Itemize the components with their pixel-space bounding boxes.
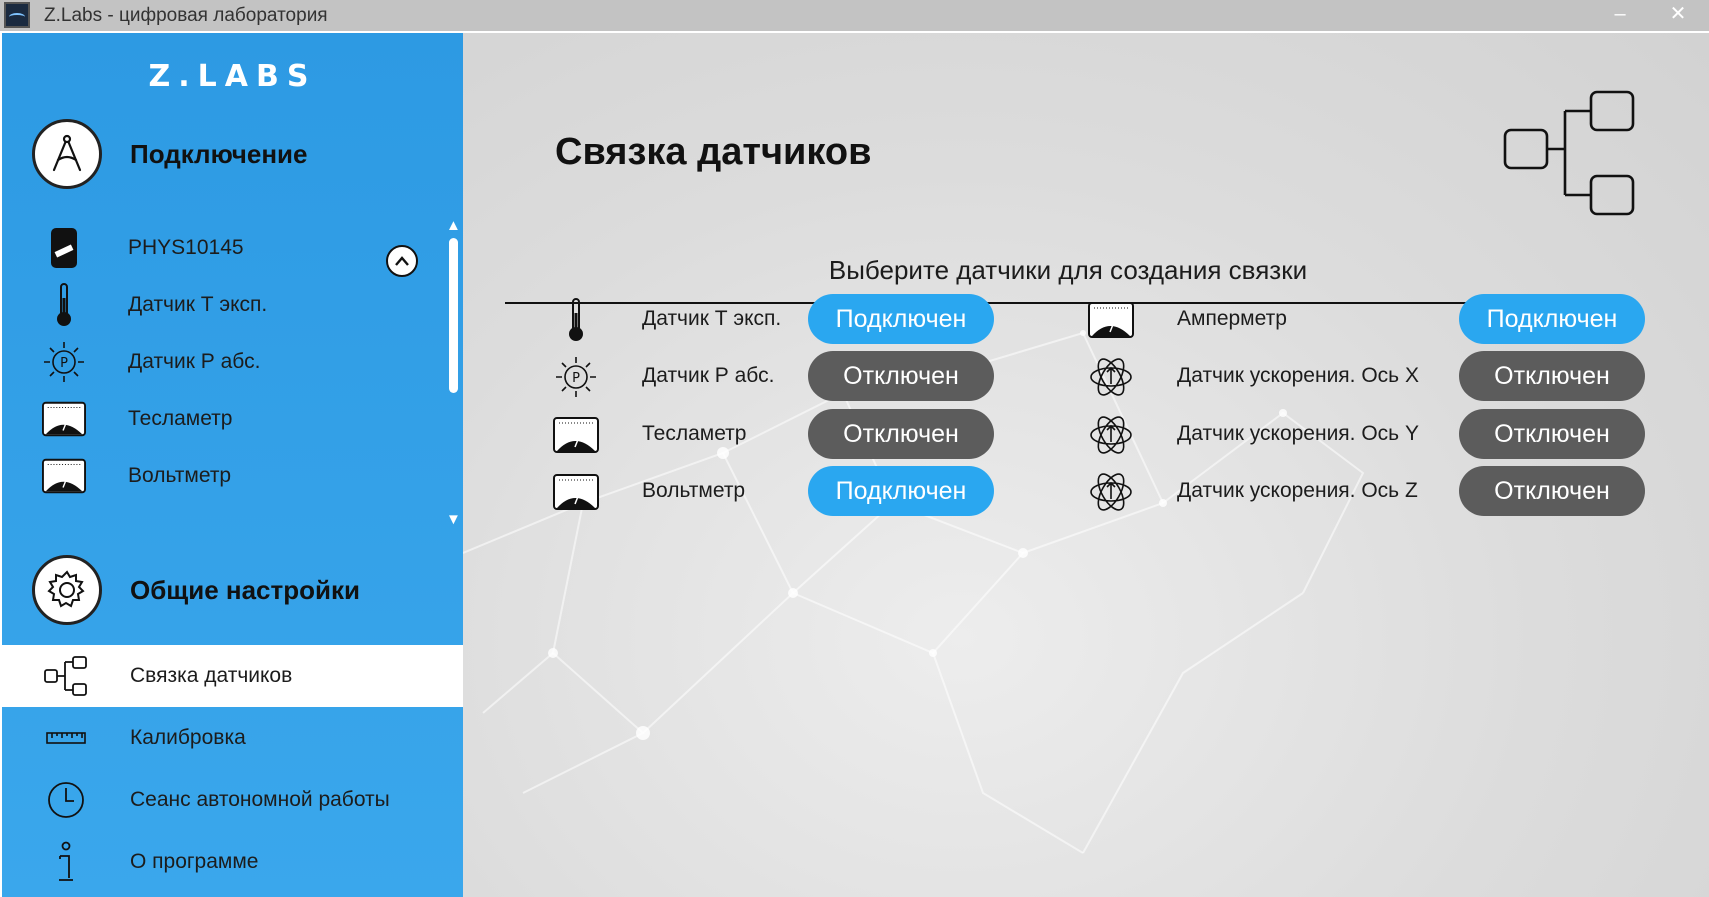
accelerometer-icon xyxy=(1087,468,1135,516)
device-icon xyxy=(42,226,86,270)
pressure-icon: P xyxy=(552,353,600,401)
sensor-label: Датчик Р абс. xyxy=(642,364,775,387)
sidebar-item-autonomous[interactable]: Сеанс автономной работы xyxy=(2,769,463,831)
app-icon xyxy=(4,2,30,28)
pressure-icon: P xyxy=(42,340,86,384)
sidebar-item-label: Тесламетр xyxy=(128,407,233,430)
sidebar-item-teslameter[interactable]: Тесламетр xyxy=(2,391,442,447)
sidebar-item-calibration[interactable]: Калибровка xyxy=(2,707,463,769)
sidebar-item-label: Датчик Р абс. xyxy=(128,350,261,373)
sensor-label: Датчик ускорения. Ось Z xyxy=(1177,479,1418,502)
minimize-button[interactable]: – xyxy=(1592,0,1648,31)
status-button[interactable]: Подключен xyxy=(1459,294,1645,344)
sensor-row-pressure: P Датчик Р абс. Отключен xyxy=(552,351,1012,403)
window-title: Z.Labs - цифровая лаборатория xyxy=(44,5,328,26)
status-button[interactable]: Подключен xyxy=(808,294,994,344)
sidebar-item-label: Связка датчиков xyxy=(130,664,293,687)
sensor-row-thermometer: Датчик Т эксп. Подключен xyxy=(552,294,1012,346)
status-button[interactable]: Подключен xyxy=(808,466,994,516)
device-list: PHYS10145 Датчик Т эксп. P Датчик Р абс.… xyxy=(2,215,463,525)
sensor-label: Тесламетр xyxy=(642,422,747,445)
sidebar-item-pressure[interactable]: P Датчик Р абс. xyxy=(2,334,442,390)
gauge-icon xyxy=(552,468,600,516)
gauge-icon xyxy=(1087,296,1135,344)
close-button[interactable]: ✕ xyxy=(1650,0,1706,31)
scroll-up-arrow[interactable]: ▲ xyxy=(446,217,461,234)
gauge-icon xyxy=(42,454,86,498)
page-title: Связка датчиков xyxy=(555,131,872,173)
sidebar-item-about[interactable]: О программе xyxy=(2,831,463,893)
thermometer-icon xyxy=(42,283,86,327)
status-button[interactable]: Отключен xyxy=(808,351,994,401)
compass-icon xyxy=(32,119,102,189)
settings-title: Общие настройки xyxy=(130,574,360,605)
sidebar-item-label: Сеанс автономной работы xyxy=(130,788,390,811)
accelerometer-icon xyxy=(1087,411,1135,459)
gear-icon xyxy=(32,555,102,625)
sensor-label: Вольтметр xyxy=(642,479,746,502)
ruler-icon xyxy=(42,714,90,762)
connection-title: Подключение xyxy=(130,138,308,169)
sidebar-item-label: О программе xyxy=(130,850,259,873)
connection-section-header[interactable]: Подключение xyxy=(32,119,308,189)
gauge-icon xyxy=(42,397,86,441)
tree-icon xyxy=(42,652,90,700)
sensor-row-voltmeter: Вольтметр Подключен xyxy=(552,466,1012,518)
status-button[interactable]: Отключен xyxy=(1459,466,1645,516)
sensor-row-accel-x: Датчик ускорения. Ось X Отключен xyxy=(1087,351,1647,403)
device-label: PHYS10145 xyxy=(128,236,244,259)
sensor-row-ammeter: Амперметр Подключен xyxy=(1087,294,1647,346)
settings-section-header[interactable]: Общие настройки xyxy=(32,555,360,625)
sensor-label: Датчик ускорения. Ось X xyxy=(1177,364,1419,387)
clock-icon xyxy=(42,776,90,824)
tree-icon xyxy=(1503,90,1635,216)
sensor-row-accel-y: Датчик ускорения. Ось Y Отключен xyxy=(1087,409,1647,461)
sensor-row-accel-z: Датчик ускорения. Ось Z Отключен xyxy=(1087,466,1647,518)
main-panel: Связка датчиков Выберите датчики для соз… xyxy=(463,33,1709,897)
device-item[interactable]: PHYS10145 xyxy=(2,220,442,276)
sidebar-item-thermometer[interactable]: Датчик Т эксп. xyxy=(2,277,442,333)
sensor-label: Амперметр xyxy=(1177,307,1287,330)
sensor-row-teslameter: Тесламетр Отключен xyxy=(552,409,1012,461)
chevron-up-icon xyxy=(395,256,409,266)
sidebar: Z.LABS Подключение PHYS10145 Датчик Т эк… xyxy=(2,33,463,897)
page-subtitle: Выберите датчики для создания связки xyxy=(828,255,1308,285)
svg-text:P: P xyxy=(60,356,68,371)
status-button[interactable]: Отключен xyxy=(808,409,994,459)
status-button[interactable]: Отключен xyxy=(1459,409,1645,459)
svg-text:P: P xyxy=(572,371,580,386)
title-bar: Z.Labs - цифровая лаборатория – ✕ xyxy=(0,0,1709,31)
status-button[interactable]: Отключен xyxy=(1459,351,1645,401)
sensor-label: Датчик ускорения. Ось Y xyxy=(1177,422,1419,445)
sidebar-item-label: Калибровка xyxy=(130,726,246,749)
collapse-button[interactable] xyxy=(386,245,418,277)
sensor-label: Датчик Т эксп. xyxy=(642,307,782,330)
info-icon xyxy=(42,838,90,886)
sidebar-item-sensor-link[interactable]: Связка датчиков xyxy=(2,645,463,707)
sidebar-item-voltmeter[interactable]: Вольтметр xyxy=(2,448,442,504)
scroll-down-arrow[interactable]: ▼ xyxy=(446,511,461,528)
logo: Z.LABS xyxy=(148,59,317,94)
gauge-icon xyxy=(552,411,600,459)
sidebar-item-label: Датчик Т эксп. xyxy=(128,293,268,316)
accelerometer-icon xyxy=(1087,353,1135,401)
thermometer-icon xyxy=(552,296,600,344)
scrollbar-thumb[interactable] xyxy=(449,238,458,393)
sidebar-item-label: Вольтметр xyxy=(128,464,232,487)
